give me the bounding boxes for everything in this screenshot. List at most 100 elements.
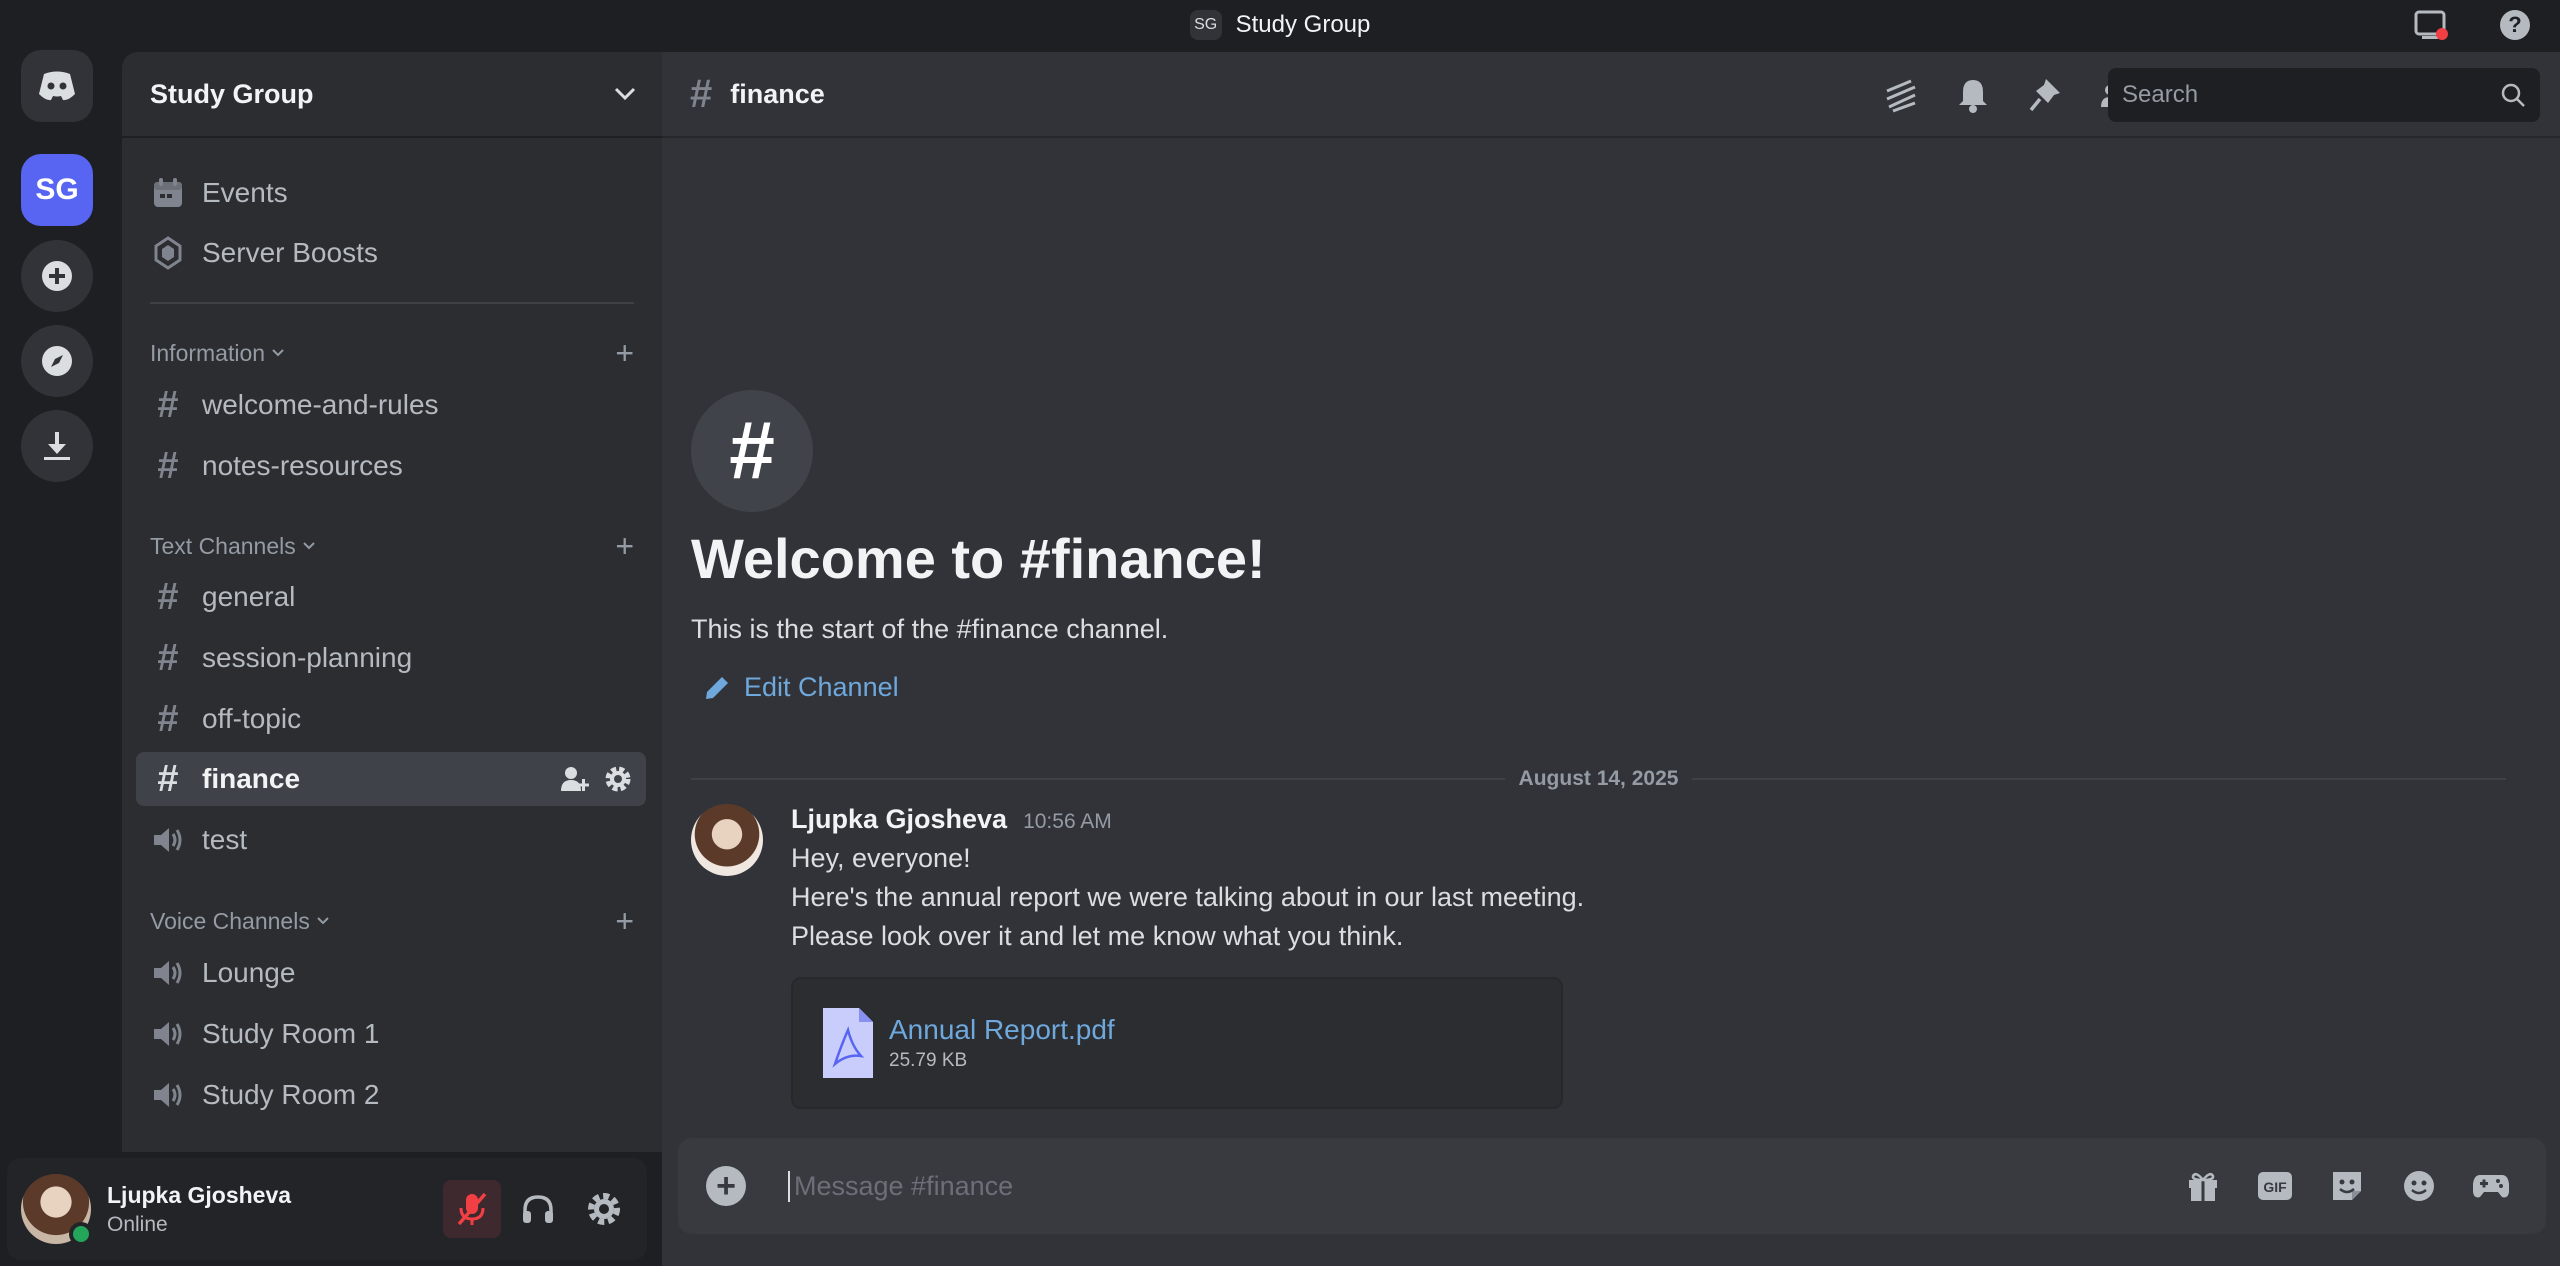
edit-channel-label: Edit Channel [744,672,899,702]
channel-finance[interactable]: # finance [136,752,646,806]
message-author[interactable]: Ljupka Gjosheva [791,804,1007,835]
welcome-subtitle: This is the start of the #finance channe… [691,614,1169,644]
attachment-size: 25.79 KB [889,1050,968,1071]
add-channel-icon[interactable]: + [615,530,634,562]
mute-button[interactable] [443,1180,501,1238]
inbox-icon[interactable] [2412,6,2450,44]
hash-icon: # [157,384,179,426]
hash-icon: # [157,698,179,740]
channel-header: # finance [662,52,2560,138]
gear-icon[interactable] [604,765,632,793]
channel-off-topic[interactable]: # off-topic [136,692,646,746]
help-icon[interactable]: ? [2496,6,2534,44]
hash-icon: # [157,445,179,487]
channel-label: finance [202,763,301,794]
message-avatar[interactable] [691,804,763,876]
user-status: Online [107,1212,168,1236]
attachment-name[interactable]: Annual Report.pdf [889,1014,1115,1046]
search-icon [2501,83,2525,107]
sidebar-item-server-boosts[interactable]: Server Boosts [136,226,646,280]
channel-label: off-topic [202,703,302,734]
server-study-group[interactable]: SG [21,154,93,226]
sidebar-item-label: Events [202,177,288,208]
sidebar-item-label: Server Boosts [202,237,378,268]
category-voice-channels[interactable]: Voice Channels + [150,903,634,939]
voice-channel-lounge[interactable]: Lounge [136,946,646,1000]
date-label: August 14, 2025 [1518,767,1679,790]
message-input[interactable] [788,1170,2088,1202]
channel-general[interactable]: # general [136,570,646,624]
channel-notes-resources[interactable]: # notes-resources [136,439,646,493]
bell-icon[interactable] [1952,74,1994,116]
channel-label: Lounge [202,957,296,988]
user-settings-button[interactable] [575,1180,633,1238]
sticker-icon[interactable] [2326,1165,2368,1207]
speaker-icon [150,1077,186,1113]
voice-channel-study-room-2[interactable]: Study Room 2 [136,1068,646,1122]
server-rail: SG [0,50,114,1266]
channel-test[interactable]: test [136,813,646,867]
main-chat: # finance # Welcome to #finance! This is… [662,52,2560,1266]
message-line: Please look over it and let me know what… [791,921,1404,951]
chevron-down-icon [272,349,284,357]
svg-text:?: ? [2508,12,2521,37]
plus-circle-icon [42,261,72,291]
gear-icon [588,1193,620,1225]
category-label: Voice Channels [150,907,310,934]
category-information[interactable]: Information + [150,335,634,371]
user-panel: Ljupka Gjosheva Online [7,1158,647,1260]
activities-gamepad-icon[interactable] [2470,1165,2512,1207]
message-line: Hey, everyone! [791,843,971,873]
user-avatar-button[interactable] [21,1174,93,1246]
sidebar-divider [150,302,634,304]
sidebar-item-events[interactable]: Events [136,166,646,220]
hash-icon: # [157,637,179,679]
chevron-down-icon [303,542,315,550]
message-timestamp: 10:56 AM [1023,810,1112,833]
add-channel-icon[interactable]: + [615,337,634,369]
channel-label: notes-resources [202,450,403,481]
category-label: Information [150,339,266,366]
pdf-file-icon [821,1006,875,1080]
pin-icon[interactable] [2024,74,2066,116]
channel-label: general [202,581,296,612]
user-name: Ljupka Gjosheva [107,1181,292,1208]
channel-session-planning[interactable]: # session-planning [136,631,646,685]
date-separator: August 14, 2025 [691,764,2506,794]
svg-text:GIF: GIF [2263,1179,2287,1195]
add-channel-icon[interactable]: + [615,905,634,937]
search-input[interactable] [2122,81,2482,109]
invite-user-icon[interactable] [560,765,590,793]
speaker-icon [150,955,186,991]
server-header[interactable]: Study Group [122,52,662,138]
discover-button[interactable] [21,325,93,397]
add-server-button[interactable] [21,240,93,312]
pencil-icon [706,676,728,699]
upload-plus-icon[interactable]: + [706,1166,746,1206]
channel-label: welcome-and-rules [202,389,439,420]
channel-welcome-and-rules[interactable]: # welcome-and-rules [136,378,646,432]
discord-home-button[interactable] [21,50,93,122]
download-apps-button[interactable] [21,410,93,482]
gif-icon[interactable]: GIF [2254,1165,2296,1207]
speaker-icon [150,822,186,858]
category-label: Text Channels [150,532,296,559]
hash-icon: # [690,71,713,116]
voice-channel-study-room-1[interactable]: Study Room 1 [136,1007,646,1061]
emoji-icon[interactable] [2398,1165,2440,1207]
deafen-button[interactable] [509,1180,567,1238]
download-icon [44,432,70,460]
gift-icon[interactable] [2182,1165,2224,1207]
edit-channel-link[interactable]: Edit Channel [704,672,899,703]
hash-icon: # [157,758,179,800]
hash-icon: # [157,576,179,618]
channel-hash-badge: # [691,390,813,512]
threads-icon[interactable] [1880,74,1922,116]
search-box[interactable] [2108,68,2540,122]
message-header: Ljupka Gjosheva 10:56 AM [791,804,1112,835]
channel-label: Study Room 1 [202,1018,380,1049]
window-title: Study Group [1235,11,1371,38]
calendar-icon [150,175,186,211]
file-attachment[interactable]: Annual Report.pdf 25.79 KB [791,977,1563,1109]
category-text-channels[interactable]: Text Channels + [150,528,634,564]
